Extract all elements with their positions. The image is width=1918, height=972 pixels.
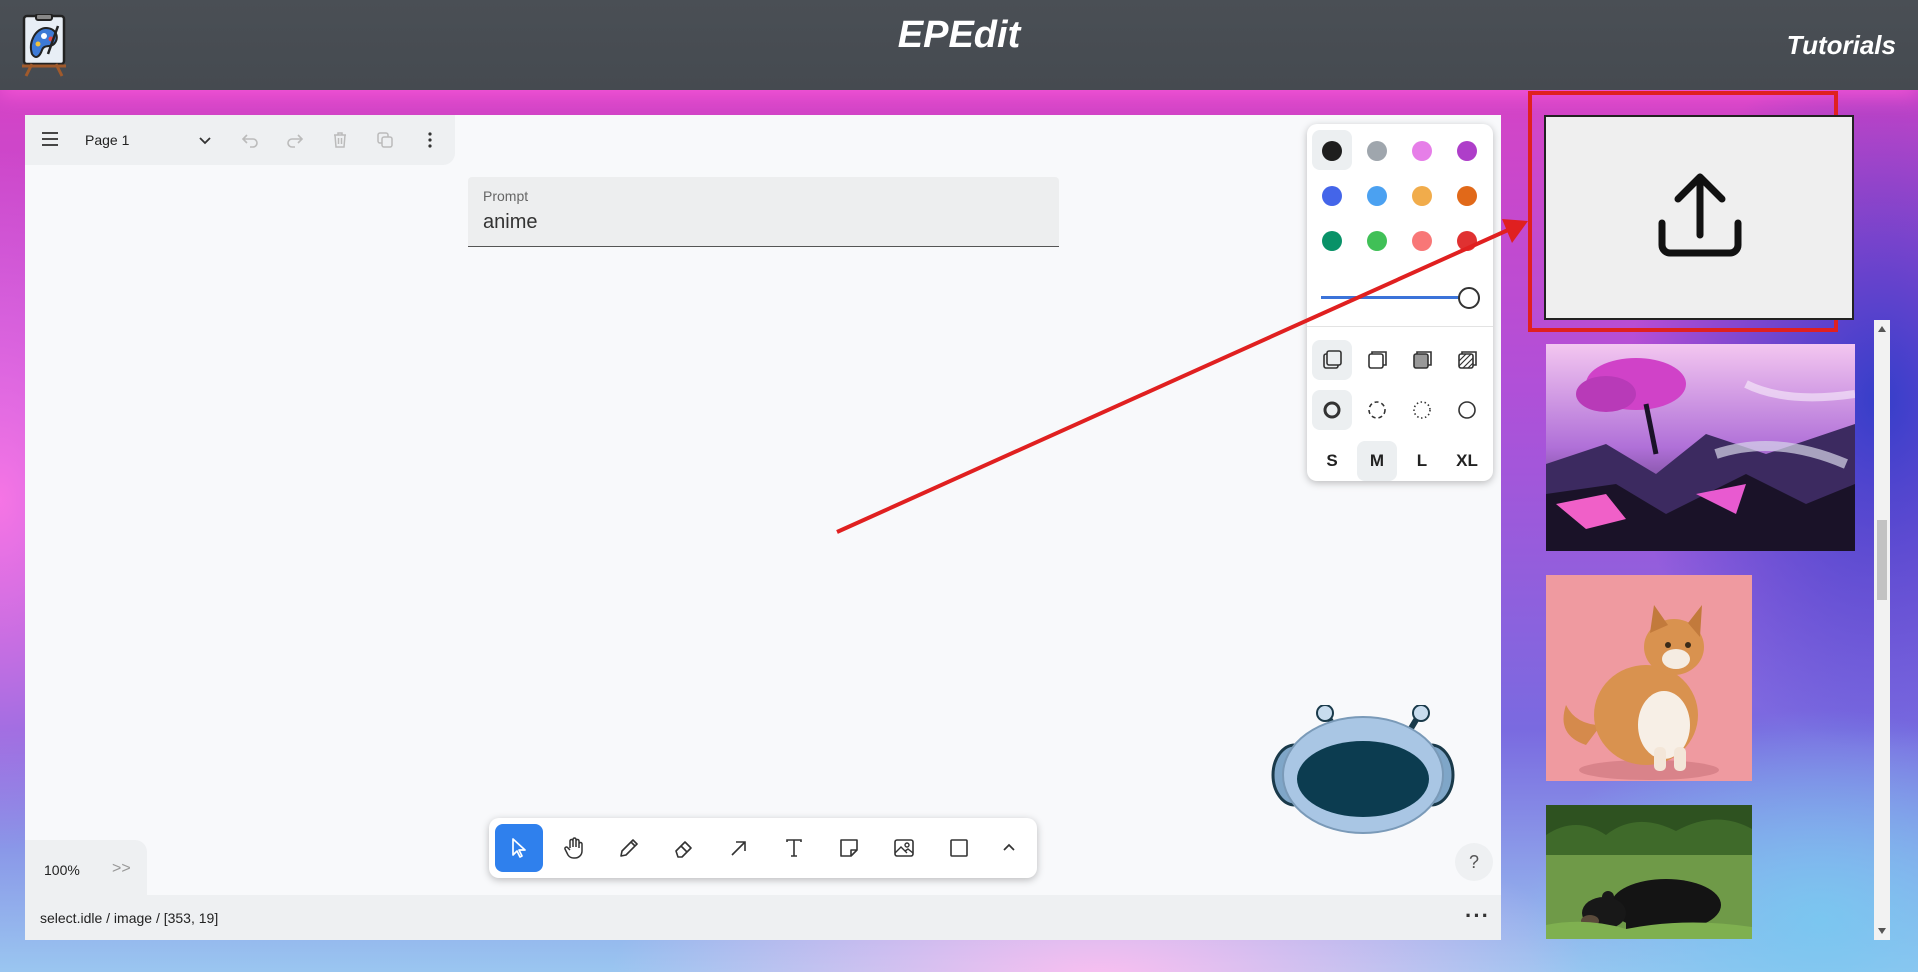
panel-divider (1307, 326, 1493, 327)
hamburger-menu-icon[interactable] (41, 132, 59, 146)
top-bar: EPEdit Tutorials (0, 0, 1918, 90)
scroll-up-icon[interactable] (1878, 326, 1886, 332)
opacity-slider-track[interactable] (1321, 296, 1465, 299)
tool-draw[interactable] (605, 824, 653, 872)
tool-asset[interactable] (880, 824, 928, 872)
color-swatch-light-violet[interactable] (1412, 141, 1432, 161)
color-swatch-orange[interactable] (1457, 186, 1477, 206)
cursor-icon (512, 838, 526, 858)
size-xl-button[interactable]: XL (1447, 441, 1487, 481)
color-swatch-black[interactable] (1322, 141, 1342, 161)
status-text: select.idle / image / [353, 19] (40, 910, 219, 926)
tool-select[interactable] (495, 824, 543, 872)
zoom-level[interactable]: 100% (44, 862, 80, 878)
dash-draw-icon[interactable] (1321, 399, 1343, 421)
tool-eraser[interactable] (660, 824, 708, 872)
color-swatch-light-red[interactable] (1412, 231, 1432, 251)
upload-icon (1658, 173, 1742, 257)
prompt-field[interactable]: Prompt (468, 177, 1059, 247)
upload-button[interactable] (1544, 115, 1854, 320)
help-button[interactable]: ? (1455, 843, 1493, 881)
status-more-button[interactable]: ··· (1465, 903, 1490, 929)
drawing-canvas[interactable]: Page 1 Prompt anime S M L XL 100% >> ? s… (25, 115, 1501, 940)
app-title: EPEdit (897, 14, 1021, 56)
size-m-button[interactable]: M (1357, 441, 1397, 481)
fill-pattern-icon[interactable] (1456, 349, 1478, 371)
trash-icon[interactable] (329, 129, 351, 151)
page-menu-bar: Page 1 (25, 115, 455, 165)
tool-bar (489, 818, 1037, 878)
color-swatch-light-green[interactable] (1367, 231, 1387, 251)
tutorials-link[interactable]: Tutorials (1787, 30, 1896, 61)
prompt-label: Prompt (483, 188, 529, 204)
dash-solid-icon[interactable] (1456, 399, 1478, 421)
undo-icon[interactable] (239, 129, 261, 151)
scrollbar-thumb[interactable] (1877, 520, 1887, 600)
text-icon (786, 839, 802, 857)
more-vertical-icon[interactable] (419, 129, 441, 151)
duplicate-icon[interactable] (374, 129, 396, 151)
pencil-icon (620, 839, 638, 857)
dash-dotted-icon[interactable] (1411, 399, 1433, 421)
gallery-image-orange-cat[interactable] (1546, 575, 1752, 781)
color-swatch-yellow[interactable] (1412, 186, 1432, 206)
image-icon (894, 839, 914, 857)
scroll-down-icon[interactable] (1878, 928, 1886, 934)
page-name[interactable]: Page 1 (85, 132, 129, 148)
fill-solid-icon[interactable] (1411, 349, 1433, 371)
chevron-down-icon[interactable] (197, 132, 213, 148)
sticky-note-icon (840, 839, 858, 857)
fill-none-icon[interactable] (1321, 349, 1343, 371)
zoom-control: 100% >> (25, 840, 147, 895)
color-swatch-light-blue[interactable] (1367, 186, 1387, 206)
rectangle-icon (950, 839, 968, 857)
gallery-image-fantasy-landscape[interactable] (1546, 344, 1855, 551)
chevron-up-icon (1003, 843, 1015, 851)
hand-icon (564, 837, 583, 859)
prompt-input[interactable] (483, 209, 1043, 235)
size-l-button[interactable]: L (1402, 441, 1442, 481)
color-swatch-blue[interactable] (1322, 186, 1342, 206)
style-panel: S M L XL (1307, 124, 1493, 481)
redo-icon[interactable] (284, 129, 306, 151)
tool-text[interactable] (770, 824, 818, 872)
expand-minimap-icon[interactable]: >> (112, 860, 131, 878)
status-bar: select.idle / image / [353, 19] ··· (25, 895, 1501, 940)
size-s-button[interactable]: S (1312, 441, 1352, 481)
dash-dashed-icon[interactable] (1366, 399, 1388, 421)
tool-arrow[interactable] (715, 824, 763, 872)
eraser-icon (675, 841, 692, 858)
color-swatch-red[interactable] (1457, 231, 1477, 251)
tool-rectangle[interactable] (935, 824, 983, 872)
robot-mascot-icon[interactable] (1265, 705, 1461, 835)
opacity-slider-thumb[interactable] (1458, 287, 1480, 309)
color-swatch-grey[interactable] (1367, 141, 1387, 161)
tool-note[interactable] (825, 824, 873, 872)
arrow-icon (731, 841, 746, 856)
fill-semi-icon[interactable] (1366, 349, 1388, 371)
tool-hand[interactable] (550, 824, 598, 872)
color-swatch-green[interactable] (1322, 231, 1342, 251)
gallery-image-black-bear[interactable] (1546, 805, 1752, 939)
tool-more[interactable] (985, 824, 1033, 872)
color-swatch-violet[interactable] (1457, 141, 1477, 161)
gallery-scrollbar[interactable] (1874, 320, 1890, 940)
